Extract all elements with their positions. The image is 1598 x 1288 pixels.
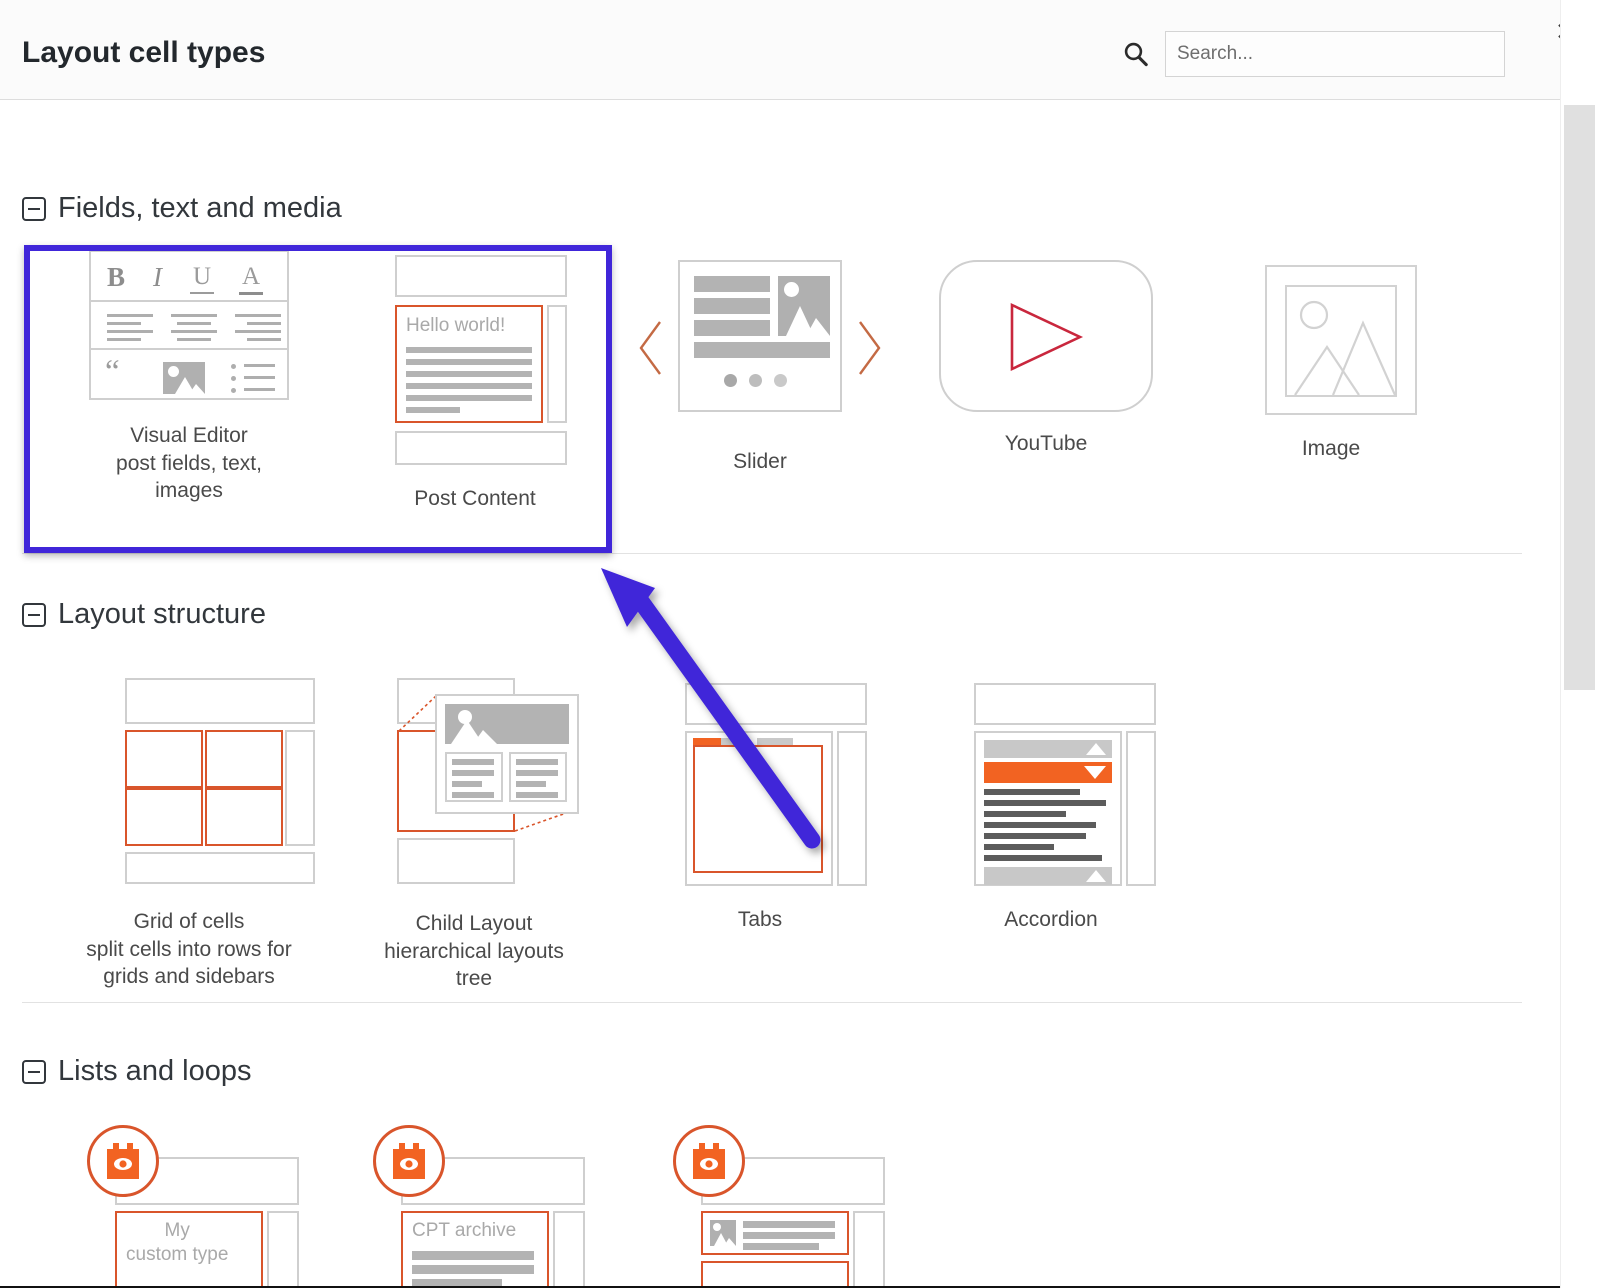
minus-box-icon[interactable] [22, 197, 46, 221]
minus-box-icon[interactable] [22, 1060, 46, 1084]
loop-preview-text: CPT archive [412, 1219, 516, 1243]
cell-type-accordion[interactable]: Accordion [940, 683, 1162, 934]
cell-type-youtube[interactable]: YouTube [925, 260, 1167, 458]
section-title: Lists and loops [58, 1055, 251, 1088]
page-title: Layout cell types [22, 36, 265, 70]
loop-cpt-archive-icon: CPT archive [367, 1125, 583, 1288]
section-header-lists-and-loops[interactable]: Lists and loops [22, 1055, 251, 1088]
minus-box-icon[interactable] [22, 603, 46, 627]
chevron-right-icon [854, 318, 884, 378]
cell-type-loop-list[interactable] [648, 1125, 902, 1288]
image-placeholder-icon [1251, 265, 1411, 415]
cell-type-visual-editor[interactable]: B I U A [60, 250, 318, 505]
tabs-icon [667, 683, 853, 886]
cell-type-grid-of-cells[interactable]: Grid of cells split cells into rows for … [62, 678, 316, 991]
section-divider [22, 553, 1522, 554]
layout-cell-types-dialog: Layout cell types ✖ Fields, text and med… [0, 0, 1598, 1288]
cell-type-image[interactable]: Image [1248, 265, 1414, 463]
cell-type-my-custom-type[interactable]: My custom type [62, 1125, 316, 1288]
section-divider [22, 1002, 1522, 1003]
section-title: Layout structure [58, 598, 266, 631]
cell-type-label: Slider [630, 448, 890, 476]
cell-type-label: Visual Editor post fields, text, images [60, 422, 318, 505]
cell-type-post-content[interactable]: Hello world! Post Content [370, 255, 580, 513]
search-area [1123, 31, 1505, 77]
dialog-body: Fields, text and media B I U A [0, 100, 1560, 1288]
child-layout-icon [369, 678, 579, 888]
loop-list-icon [667, 1125, 883, 1288]
cell-type-label: Accordion [940, 906, 1162, 934]
grid-of-cells-icon [93, 678, 285, 884]
section-header-fields-text-media[interactable]: Fields, text and media [22, 192, 342, 225]
cell-type-label: Child Layout hierarchical layouts tree [362, 910, 586, 993]
cell-type-slider[interactable]: Slider [630, 260, 890, 476]
post-content-preview-text: Hello world! [406, 315, 505, 337]
vertical-scrollbar[interactable] [1560, 0, 1598, 1288]
post-content-icon: Hello world! [383, 255, 567, 455]
visual-editor-toolbar-icon: B I U A [89, 250, 289, 400]
loop-my-custom-type-icon: My custom type [81, 1125, 297, 1288]
cell-type-label: Grid of cells split cells into rows for … [62, 908, 316, 991]
search-input[interactable] [1165, 31, 1505, 77]
loop-badge-icon [87, 1125, 159, 1197]
loop-badge-icon [673, 1125, 745, 1197]
slider-icon [630, 260, 890, 430]
accordion-icon [956, 683, 1146, 886]
cell-type-label: Post Content [370, 485, 580, 513]
cell-type-tabs[interactable]: Tabs [650, 683, 870, 934]
dialog-header: Layout cell types [0, 0, 1560, 100]
section-title: Fields, text and media [58, 192, 342, 225]
chevron-left-icon [636, 318, 666, 378]
cell-type-label: Tabs [650, 906, 870, 934]
cell-type-child-layout[interactable]: Child Layout hierarchical layouts tree [362, 678, 586, 993]
scrollbar-thumb[interactable] [1564, 105, 1595, 690]
loop-preview-text: My custom type [126, 1219, 228, 1267]
cell-type-cpt-archive[interactable]: CPT archive [348, 1125, 602, 1288]
youtube-play-icon [939, 260, 1153, 412]
cell-type-label: YouTube [925, 430, 1167, 458]
loop-badge-icon [373, 1125, 445, 1197]
search-icon [1123, 41, 1149, 67]
cell-type-label: Image [1248, 435, 1414, 463]
section-header-layout-structure[interactable]: Layout structure [22, 598, 266, 631]
